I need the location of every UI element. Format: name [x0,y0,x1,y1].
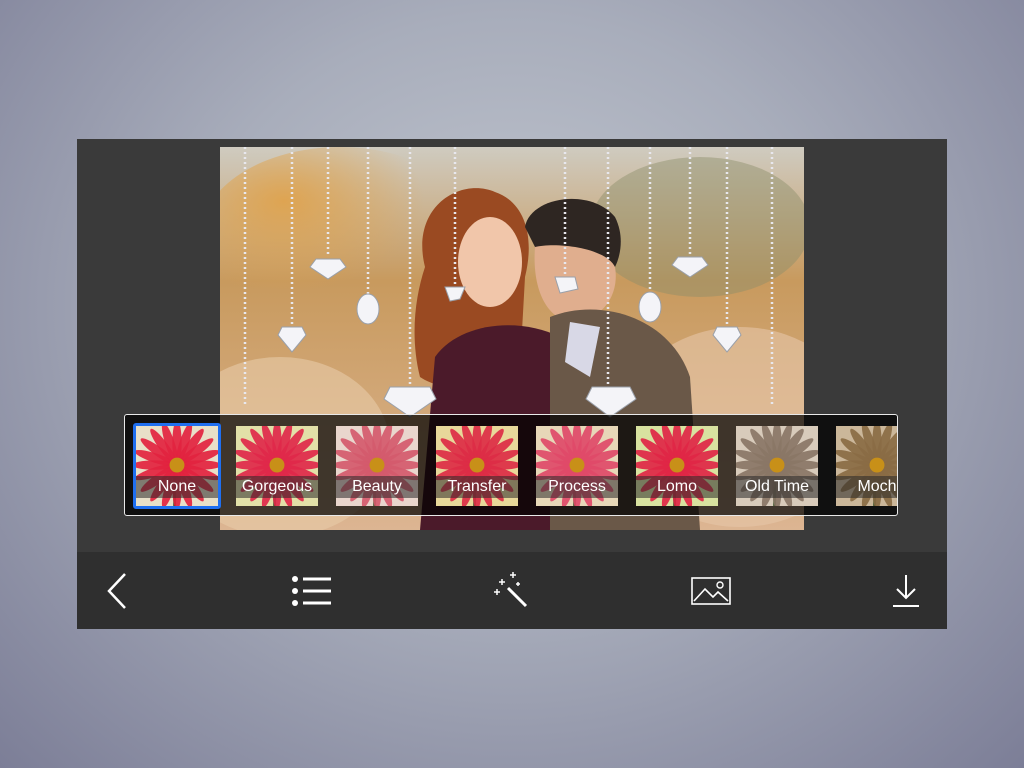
list-icon [292,576,331,606]
filter-item-transfer[interactable]: Transfer [433,423,521,509]
filter-label: Beauty [336,476,418,498]
filter-item-gorgeous[interactable]: Gorgeous [233,423,321,509]
download-icon [893,575,919,607]
editor-window: None Gorgeous Beauty Transfer Process Lomo Old… [77,139,947,629]
image-icon [691,577,731,605]
filter-item-process[interactable]: Process [533,423,621,509]
filter-item-beauty[interactable]: Beauty [333,423,421,509]
bottom-toolbar [77,552,947,629]
back-button[interactable] [95,569,139,613]
magic-button[interactable] [489,569,533,613]
filter-item-none[interactable]: None [133,423,221,509]
filter-list-button[interactable] [290,569,334,613]
image-button[interactable] [689,569,733,613]
filter-strip[interactable]: None Gorgeous Beauty Transfer Process Lomo Old… [124,414,898,516]
magic-wand-icon [494,572,528,608]
filter-label: Old Time [736,476,818,498]
download-button[interactable] [884,569,928,613]
filter-item-moch[interactable]: Moch [833,423,897,509]
filter-label: Transfer [436,476,518,498]
filter-label: None [136,476,218,498]
filter-item-lomo[interactable]: Lomo [633,423,721,509]
filter-label: Process [536,476,618,498]
filter-label: Lomo [636,476,718,498]
filter-item-old-time[interactable]: Old Time [733,423,821,509]
chevron-left-icon [107,573,126,609]
filter-label: Gorgeous [236,476,318,498]
filter-label: Moch [836,476,897,498]
filter-list: None Gorgeous Beauty Transfer Process Lomo Old… [133,423,897,509]
